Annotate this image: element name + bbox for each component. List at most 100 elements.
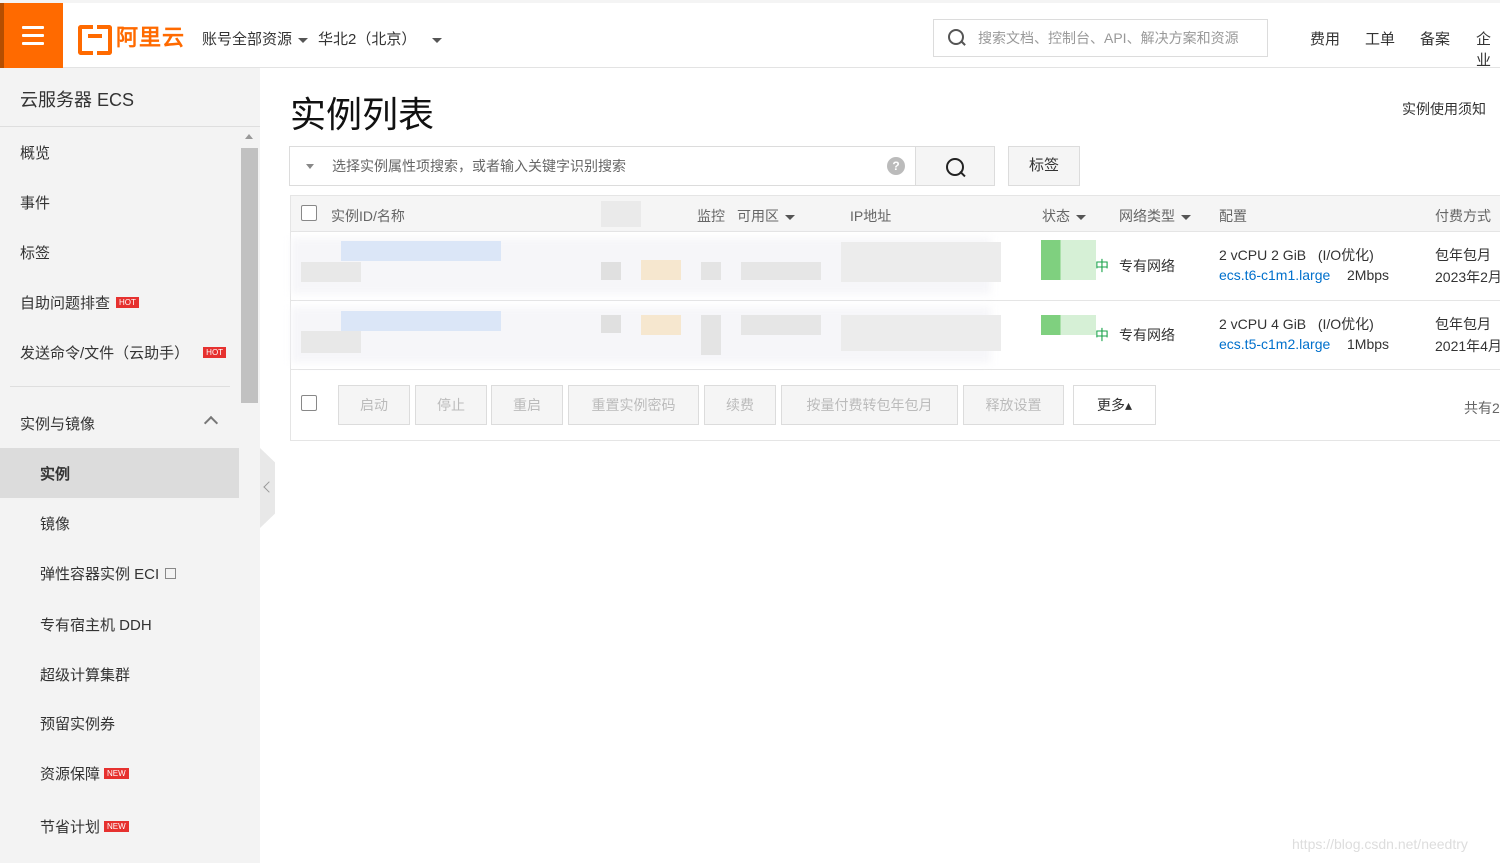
reset-password-button[interactable]: 重置实例密码	[568, 385, 699, 425]
sidebar-item-events[interactable]: 事件	[20, 192, 50, 213]
col-name: 实例ID/名称	[331, 208, 405, 224]
io-optimized: (I/O优化)	[1317, 247, 1374, 263]
sidebar-item-label: 概览	[20, 145, 51, 162]
table-row[interactable]: 中 专有网络 2 vCPU 2 GiB (I/O优化) ecs.t6-c1m1.…	[291, 232, 1500, 301]
table-row[interactable]: 中 专有网络 2 vCPU 4 GiB (I/O优化) ecs.t5-c1m2.…	[291, 301, 1500, 370]
release-settings-button[interactable]: 释放设置	[963, 385, 1064, 425]
status-text: 中	[1095, 258, 1109, 274]
aliyun-logo-icon	[78, 25, 112, 55]
table-header: 实例ID/名称 监控 可用区 IP地址 状态 网络类型 配置 付费方式	[291, 196, 1500, 232]
sidebar-item-instances[interactable]: 实例	[40, 463, 70, 484]
caret-down-icon	[785, 214, 795, 220]
redacted-monitor	[601, 262, 621, 280]
sidebar-group-instances-images[interactable]: 实例与镜像	[20, 413, 95, 434]
sidebar: 云服务器 ECS 概览 事件 标签 自助问题排查 HOT 发送命令/文件（云助手）…	[0, 68, 260, 863]
account-scope-label: 账号全部资源	[202, 31, 293, 48]
convert-billing-button[interactable]: 按量付费转包年包月	[781, 385, 958, 425]
search-button[interactable]	[915, 146, 995, 186]
account-scope-dropdown[interactable]: 账号全部资源	[202, 28, 309, 49]
chevron-up-icon[interactable]	[203, 415, 219, 431]
more-button[interactable]: 更多▴	[1073, 385, 1156, 425]
col-status[interactable]: 状态	[1042, 206, 1086, 226]
sidebar-item-overview[interactable]: 概览	[20, 142, 50, 163]
redacted-header	[601, 201, 641, 227]
sidebar-item-eci[interactable]: 弹性容器实例 ECI	[40, 563, 177, 584]
bandwidth: 2Mbps	[1347, 267, 1390, 283]
renew-button[interactable]: 续费	[704, 385, 776, 425]
nav-tickets[interactable]: 工单	[1365, 28, 1395, 49]
select-all-checkbox[interactable]	[301, 205, 317, 221]
bulk-action-bar: 启动 停止 重启 重置实例密码 续费 按量付费转包年包月 释放设置 更多▴ 共有…	[291, 371, 1500, 441]
col-zone[interactable]: 可用区	[737, 206, 795, 226]
help-icon[interactable]: ?	[887, 157, 905, 175]
nav-enterprise[interactable]: 企业	[1476, 28, 1500, 70]
nav-filing[interactable]: 备案	[1420, 28, 1450, 49]
caret-down-icon	[432, 37, 443, 43]
sidebar-item-label: 超级计算集群	[40, 667, 131, 684]
search-icon	[948, 29, 966, 47]
global-search-input[interactable]: 搜索文档、控制台、API、解决方案和资源	[933, 19, 1268, 57]
sidebar-collapse-toggle[interactable]	[260, 448, 275, 528]
redacted-instance-name	[301, 262, 361, 282]
sidebar-item-cloud-assistant[interactable]: 发送命令/文件（云助手） HOT	[20, 342, 227, 363]
scroll-up-icon[interactable]	[245, 134, 253, 139]
redacted-zone	[701, 262, 721, 280]
redacted-instance-id	[341, 241, 501, 261]
region-dropdown[interactable]: 华北2（北京）	[318, 28, 443, 49]
network-type: 专有网络	[1119, 327, 1175, 343]
caret-down-icon[interactable]	[306, 163, 314, 169]
sidebar-item-label: 实例	[40, 466, 71, 483]
sidebar-item-savings-plan[interactable]: 节省计划 NEW	[40, 816, 129, 837]
nav-fees[interactable]: 费用	[1310, 28, 1340, 49]
external-link-icon	[165, 568, 177, 579]
instance-type-link[interactable]: ecs.t5-c1m2.large	[1219, 336, 1330, 352]
redacted-zone	[741, 315, 821, 335]
sidebar-item-tags[interactable]: 标签	[20, 242, 50, 263]
sidebar-item-troubleshoot[interactable]: 自助问题排查 HOT	[20, 292, 139, 313]
redacted-status	[1041, 315, 1096, 335]
caret-down-icon	[298, 37, 309, 43]
sidebar-item-label: 镜像	[40, 516, 71, 533]
redacted-instance-id	[341, 311, 501, 331]
redacted-zone	[741, 262, 821, 280]
start-button[interactable]: 启动	[338, 385, 410, 425]
tag-filter-button[interactable]: 标签	[1008, 146, 1080, 186]
chevron-left-icon	[263, 481, 275, 493]
sidebar-item-label: 发送命令/文件（云助手）	[20, 345, 190, 362]
watermark: https://blog.csdn.net/needtry	[1292, 836, 1468, 852]
redacted-ip	[841, 315, 1001, 351]
sidebar-item-images[interactable]: 镜像	[40, 513, 70, 534]
restart-button[interactable]: 重启	[491, 385, 563, 425]
scrollbar-thumb[interactable]	[241, 148, 258, 403]
stop-button[interactable]: 停止	[415, 385, 487, 425]
hot-badge: HOT	[203, 347, 227, 358]
sidebar-item-label: 专有宿主机 DDH	[40, 617, 152, 634]
billing-date: 2021年4月	[1435, 338, 1500, 354]
select-all-checkbox[interactable]	[301, 395, 317, 411]
billing-date: 2023年2月	[1435, 269, 1500, 285]
instance-type-link[interactable]: ecs.t6-c1m1.large	[1219, 267, 1330, 283]
sidebar-item-ddh[interactable]: 专有宿主机 DDH	[40, 614, 152, 635]
caret-down-icon	[1076, 214, 1086, 220]
sidebar-title: 云服务器 ECS	[20, 90, 135, 110]
config-spec-text: 2 vCPU 4 GiB	[1219, 316, 1307, 332]
brand-name: 阿里云	[116, 25, 186, 50]
redacted-zone	[701, 315, 721, 355]
col-network-label: 网络类型	[1119, 208, 1175, 224]
sidebar-item-reserved[interactable]: 预留实例券	[40, 713, 115, 734]
search-placeholder: 搜索文档、控制台、API、解决方案和资源	[978, 30, 1239, 46]
sidebar-item-label: 事件	[20, 195, 51, 212]
redacted-status	[1041, 240, 1096, 280]
config-spec-text: 2 vCPU 2 GiB	[1219, 247, 1307, 263]
aliyun-logo[interactable]: 阿里云	[78, 22, 186, 55]
bandwidth: 1Mbps	[1347, 336, 1390, 352]
billing-type: 包年包月	[1435, 247, 1491, 263]
col-network[interactable]: 网络类型	[1119, 206, 1191, 226]
instance-notice-link[interactable]: 实例使用须知	[1402, 99, 1486, 119]
instance-filter-input[interactable]: 选择实例属性项搜索，或者输入关键字识别搜索 ?	[289, 146, 916, 186]
sidebar-item-resource-guarantee[interactable]: 资源保障 NEW	[40, 763, 129, 784]
menu-icon[interactable]	[0, 3, 63, 68]
page-title: 实例列表	[290, 94, 435, 135]
new-badge: NEW	[104, 768, 129, 779]
sidebar-item-scc[interactable]: 超级计算集群	[40, 664, 130, 685]
